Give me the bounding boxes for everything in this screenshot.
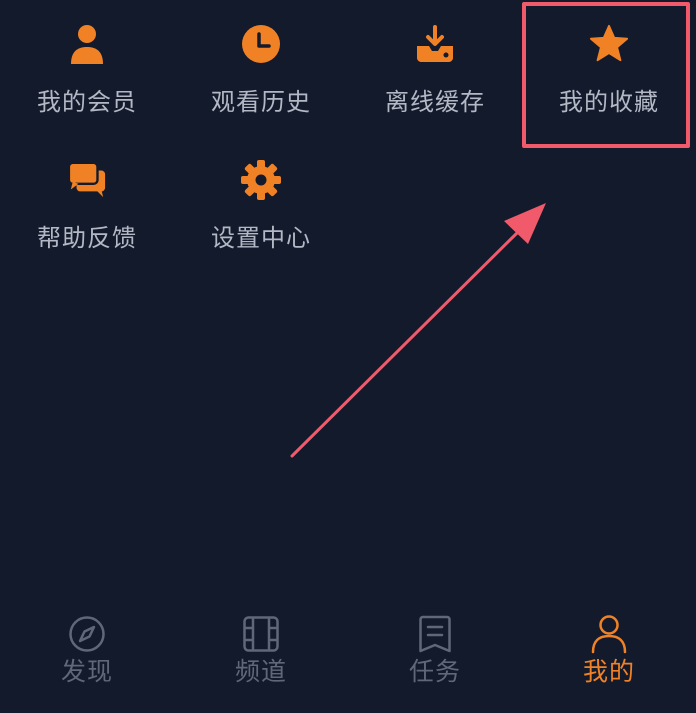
tab-tasks[interactable]: 任务 xyxy=(348,600,522,713)
tab-label: 我的 xyxy=(582,657,635,686)
tab-label: 发现 xyxy=(60,657,113,686)
bottom-tab-bar: 发现 频道 任务 我的 xyxy=(0,600,696,713)
compass-icon xyxy=(67,614,107,654)
tab-mine[interactable]: 我的 xyxy=(522,600,696,713)
tab-label: 任务 xyxy=(408,657,461,686)
film-icon xyxy=(241,614,281,654)
tab-discover[interactable]: 发现 xyxy=(0,600,174,713)
profile-screen: 我的会员 观看历史 离线缓存 我的收藏 帮助反馈 设置中心 发现 频道 任务 我… xyxy=(0,0,696,713)
profile-icon xyxy=(589,614,629,654)
tab-label: 频道 xyxy=(234,657,287,686)
task-list-icon xyxy=(415,614,455,654)
tab-channels[interactable]: 频道 xyxy=(174,600,348,713)
